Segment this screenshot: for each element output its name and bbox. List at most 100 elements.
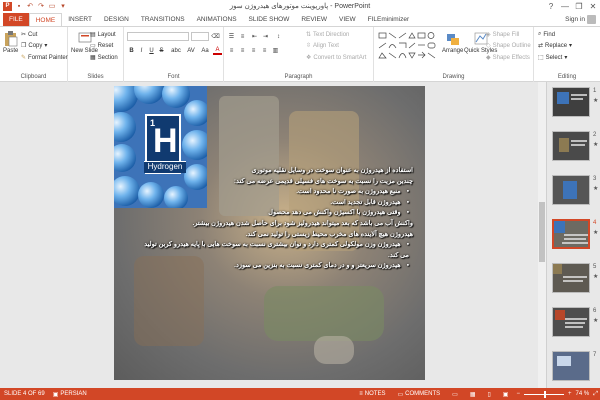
tab-transitions[interactable]: TRANSITIONS bbox=[135, 13, 191, 26]
decrease-indent-icon[interactable]: ⇤ bbox=[250, 32, 259, 41]
signin-link[interactable]: Sign in bbox=[565, 16, 585, 23]
thumbnail-slide-6[interactable]: 6 ★ bbox=[547, 306, 600, 350]
reset-button[interactable]: ▭ Reset bbox=[90, 42, 113, 50]
line-spacing-icon[interactable]: ↕ bbox=[274, 32, 283, 41]
arrange-button[interactable]: Arrange bbox=[442, 31, 463, 54]
tab-home[interactable]: HOME bbox=[28, 13, 63, 26]
format-painter-button[interactable]: ✎ Format Painter bbox=[21, 54, 68, 62]
select-button[interactable]: ⬚ Select ▾ bbox=[538, 54, 567, 62]
shape-fill-button[interactable]: ◈ Shape Fill bbox=[486, 31, 519, 39]
slideshow-view-button[interactable]: ▣ bbox=[499, 391, 513, 398]
reset-icon: ▭ bbox=[90, 43, 96, 49]
shape-outline-button[interactable]: ◇ Shape Outline bbox=[486, 42, 531, 50]
paste-icon bbox=[4, 31, 17, 47]
find-button[interactable]: ⌕ Find bbox=[538, 31, 555, 38]
font-color-button[interactable]: A bbox=[213, 46, 222, 55]
redo-icon[interactable]: ↷ bbox=[37, 2, 45, 10]
slide-body-text[interactable]: استفاده از هیدروژن به عنوان سوخت در وسای… bbox=[138, 166, 413, 272]
font-group-label: Font bbox=[167, 74, 180, 80]
slide-scrollbar[interactable] bbox=[538, 82, 546, 388]
normal-view-icon: ▭ bbox=[452, 391, 458, 398]
slide-sorter-button[interactable]: ▦ bbox=[466, 391, 480, 398]
thumbnail-number: 6 bbox=[593, 308, 597, 314]
undo-icon[interactable]: ↶ bbox=[26, 2, 34, 10]
shapes-gallery-icon[interactable] bbox=[378, 31, 440, 67]
notes-button[interactable]: ≡ NOTES bbox=[355, 391, 389, 397]
text-direction-button[interactable]: ⇅ Text Direction bbox=[306, 31, 349, 39]
underline-button[interactable]: U bbox=[147, 46, 156, 55]
ribbon-tabs: FILE HOME INSERT DESIGN TRANSITIONS ANIM… bbox=[0, 12, 600, 26]
tab-slide-show[interactable]: SLIDE SHOW bbox=[243, 13, 296, 26]
tab-animations[interactable]: ANIMATIONS bbox=[191, 13, 243, 26]
proofing-icon: ▣ bbox=[52, 391, 59, 398]
bold-button[interactable]: B bbox=[127, 46, 136, 55]
thumbnail-slide-3[interactable]: 3 ★ bbox=[547, 174, 600, 218]
fit-to-window-icon[interactable]: ⤢ bbox=[593, 391, 598, 398]
close-button[interactable]: ✕ bbox=[586, 0, 600, 12]
increase-indent-icon[interactable]: ⇥ bbox=[261, 32, 270, 41]
character-spacing-button[interactable]: AV bbox=[185, 46, 197, 55]
tab-review[interactable]: REVIEW bbox=[295, 13, 333, 26]
slides-group-label: Slides bbox=[87, 74, 104, 80]
thumbnail-slide-5[interactable]: 5 ★ bbox=[547, 262, 600, 306]
align-left-icon[interactable]: ≡ bbox=[227, 46, 236, 55]
transition-star-icon: ★ bbox=[593, 98, 599, 104]
notes-label: NOTES bbox=[364, 391, 386, 397]
zoom-slider[interactable] bbox=[523, 390, 564, 398]
strikethrough-button[interactable]: S bbox=[157, 46, 166, 55]
section-button[interactable]: ▦ Section bbox=[90, 54, 118, 62]
help-button[interactable]: ? bbox=[544, 0, 558, 12]
tab-fileminimizer[interactable]: FILEminimizer bbox=[362, 13, 416, 26]
save-icon[interactable]: ▪ bbox=[15, 2, 23, 10]
text-shadow-button[interactable]: abc bbox=[169, 46, 183, 55]
start-slideshow-icon[interactable]: ▭ bbox=[48, 2, 56, 10]
layout-button[interactable]: ▤ Layout bbox=[90, 31, 116, 39]
avatar[interactable] bbox=[587, 15, 596, 24]
notes-icon: ≡ bbox=[359, 391, 363, 397]
numbering-icon[interactable]: ≡ bbox=[238, 32, 247, 41]
restore-button[interactable]: ❐ bbox=[572, 0, 586, 12]
zoom-out-button[interactable]: − bbox=[516, 391, 520, 397]
minimize-button[interactable]: — bbox=[558, 0, 572, 12]
italic-button[interactable]: I bbox=[137, 46, 146, 55]
convert-smartart-button[interactable]: ❖ Convert to SmartArt bbox=[306, 54, 366, 62]
justify-icon[interactable]: ≡ bbox=[260, 46, 269, 55]
align-right-icon[interactable]: ≡ bbox=[249, 46, 258, 55]
align-text-button[interactable]: ⇳ Align Text bbox=[306, 42, 339, 50]
normal-view-button[interactable]: ▭ bbox=[448, 391, 462, 398]
account-area: Sign in bbox=[565, 15, 596, 24]
cut-button[interactable]: ✂ Cut bbox=[21, 31, 37, 39]
change-case-button[interactable]: Aa bbox=[199, 46, 211, 55]
tab-view[interactable]: VIEW bbox=[333, 13, 362, 26]
shape-effects-button[interactable]: ◆ Shape Effects bbox=[486, 54, 530, 62]
zoom-level[interactable]: 74 % bbox=[576, 391, 590, 397]
thumbnail-text-line bbox=[562, 242, 588, 244]
align-center-icon[interactable]: ≡ bbox=[238, 46, 247, 55]
tab-design[interactable]: DESIGN bbox=[98, 13, 135, 26]
thumbnail-slide-2[interactable]: 2 ★ bbox=[547, 130, 600, 174]
thumbnail-slide-4[interactable]: 4 ★ bbox=[547, 218, 600, 262]
comments-button[interactable]: ▭ COMMENTS bbox=[393, 391, 444, 398]
clear-formatting-icon[interactable]: ⌫ bbox=[211, 32, 220, 41]
font-size-combo[interactable] bbox=[191, 32, 209, 41]
intro-line: استفاده از هیدروژن به عنوان سوخت در وسای… bbox=[251, 167, 413, 174]
zoom-in-button[interactable]: + bbox=[568, 391, 572, 397]
replace-button[interactable]: ⇄ Replace ▾ bbox=[538, 42, 572, 50]
bullets-icon[interactable]: ☰ bbox=[227, 32, 236, 41]
slide-canvas[interactable]: 1 H Hydrogen استفاده از هیدروژن به عنوان… bbox=[114, 86, 425, 380]
language-indicator[interactable]: ▣ PERSIAN bbox=[49, 391, 91, 398]
paste-button[interactable]: Paste bbox=[3, 31, 18, 54]
zoom-slider-knob[interactable] bbox=[543, 390, 546, 398]
font-name-combo[interactable] bbox=[127, 32, 189, 41]
reading-view-button[interactable]: ▯ bbox=[483, 391, 494, 398]
scrollbar-thumb[interactable] bbox=[539, 202, 545, 262]
customize-qat-icon[interactable]: ▾ bbox=[59, 2, 67, 10]
copy-button[interactable]: ❐ Copy ▾ bbox=[21, 42, 47, 50]
thumbnail-slide-7[interactable]: 7 bbox=[547, 350, 600, 388]
tab-insert[interactable]: INSERT bbox=[62, 13, 98, 26]
columns-icon[interactable]: ▥ bbox=[271, 46, 280, 55]
thumbnail-slide-1[interactable]: 1 ★ bbox=[547, 86, 600, 130]
thumbnail-graphic bbox=[559, 138, 569, 152]
section-label: Section bbox=[97, 54, 118, 61]
tab-file[interactable]: FILE bbox=[3, 13, 29, 26]
